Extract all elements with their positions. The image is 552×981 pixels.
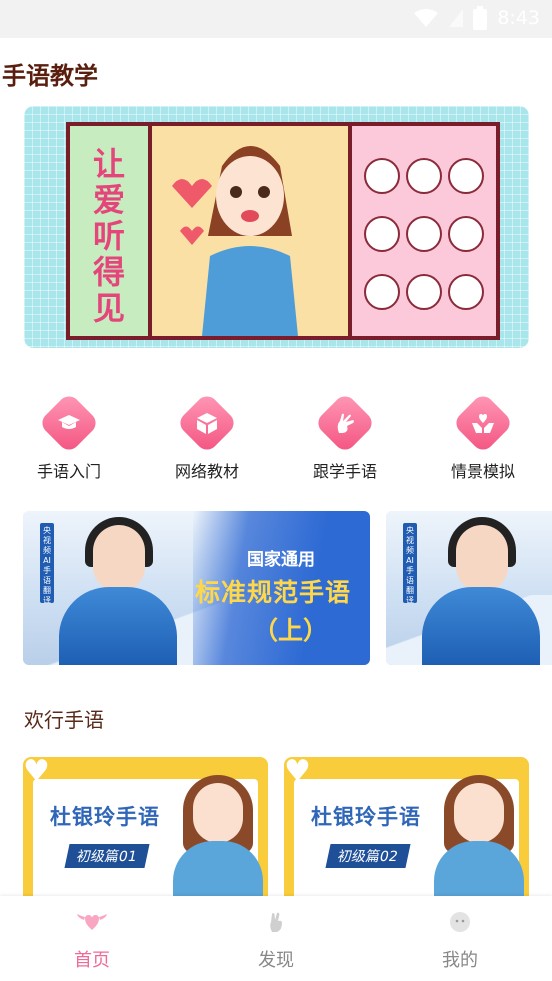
feature-label: 网络教材	[174, 462, 239, 481]
hand-sign-icon	[448, 158, 484, 194]
status-icons: 8:43	[413, 6, 540, 30]
graduation-cap-icon	[58, 415, 80, 429]
hand-sign-icon	[448, 216, 484, 252]
tab-profile[interactable]: 我的	[368, 896, 552, 981]
heart-hands-icon: ♥	[284, 757, 311, 789]
page-title: 手语教学	[2, 62, 98, 90]
teacher-avatar	[454, 783, 504, 843]
video-title-line1: 国家通用	[247, 550, 315, 570]
heart-hands-icon	[472, 414, 494, 433]
hand-sign-icon	[364, 216, 400, 252]
hand-gesture-icon	[337, 413, 354, 433]
hand-sign-icon	[406, 274, 442, 310]
lesson-subtitle: 初级篇01	[64, 844, 150, 868]
hand-sign-icon	[406, 216, 442, 252]
feature-label: 情景模拟	[450, 462, 515, 481]
video-tag: 央视频AI手语翻译官 聆语	[40, 523, 54, 603]
feature-label: 手语入门	[36, 462, 101, 481]
video-card[interactable]: 央视频AI手语翻译官 聆语 国家通用 标准规范手语 （上）	[23, 511, 370, 665]
feature-intro-button[interactable]: 手语入门	[14, 391, 124, 482]
hero-panel-girl	[152, 126, 348, 336]
lesson-title: 杜银玲手语	[311, 805, 421, 829]
signal-icon	[449, 9, 464, 27]
lesson-card[interactable]: ♥ 杜银玲手语 初级篇01	[23, 757, 268, 897]
hand-sign-icon	[406, 158, 442, 194]
hand-sign-icon	[364, 158, 400, 194]
feature-label: 跟学手语	[312, 462, 377, 481]
tab-home[interactable]: 首页	[0, 896, 184, 981]
tab-label: 首页	[74, 950, 110, 971]
hero-banner[interactable]: 让爱听得见	[24, 106, 529, 348]
tab-label: 我的	[442, 950, 478, 971]
feature-follow-button[interactable]: 跟学手语	[290, 391, 400, 482]
battery-icon	[473, 6, 488, 30]
feature-materials-button[interactable]: 网络教材	[152, 391, 262, 482]
ai-anchor-avatar	[456, 525, 508, 591]
girl-illustration	[172, 146, 298, 336]
winged-heart-icon	[77, 914, 107, 930]
bottom-tab-bar: 首页 发现 我的	[0, 896, 552, 981]
status-time: 8:43	[497, 7, 540, 29]
ai-anchor-avatar	[93, 525, 145, 591]
section-title: 欢行手语	[24, 708, 104, 732]
hero-slogan: 让爱听得见	[92, 145, 125, 327]
feature-scenario-button[interactable]: 情景模拟	[428, 391, 538, 482]
tab-discover[interactable]: 发现	[184, 896, 368, 981]
lesson-subtitle: 初级篇02	[325, 844, 411, 868]
video-title-line2: 标准规范手语	[195, 578, 352, 607]
heart-hands-icon: ♥	[23, 757, 50, 789]
status-bar: 8:43	[0, 0, 552, 38]
video-tag: 央视频AI手语翻译官 聆语	[403, 523, 417, 603]
teacher-avatar	[193, 783, 243, 843]
feature-shortcuts: 手语入门 网络教材 跟学手语 情景模拟	[0, 391, 552, 482]
face-icon	[450, 912, 470, 932]
video-card[interactable]: 央视频AI手语翻译官 聆语	[386, 511, 552, 665]
tab-label: 发现	[258, 950, 294, 971]
hand-sign-icon	[448, 274, 484, 310]
box-icon	[197, 413, 217, 434]
wifi-icon	[414, 9, 439, 27]
hand-icon	[270, 912, 282, 932]
video-title-line3: （上）	[253, 616, 329, 645]
lesson-title: 杜银玲手语	[50, 805, 160, 829]
hand-sign-icon	[364, 274, 400, 310]
lesson-card[interactable]: ♥ 杜银玲手语 初级篇02	[284, 757, 529, 897]
